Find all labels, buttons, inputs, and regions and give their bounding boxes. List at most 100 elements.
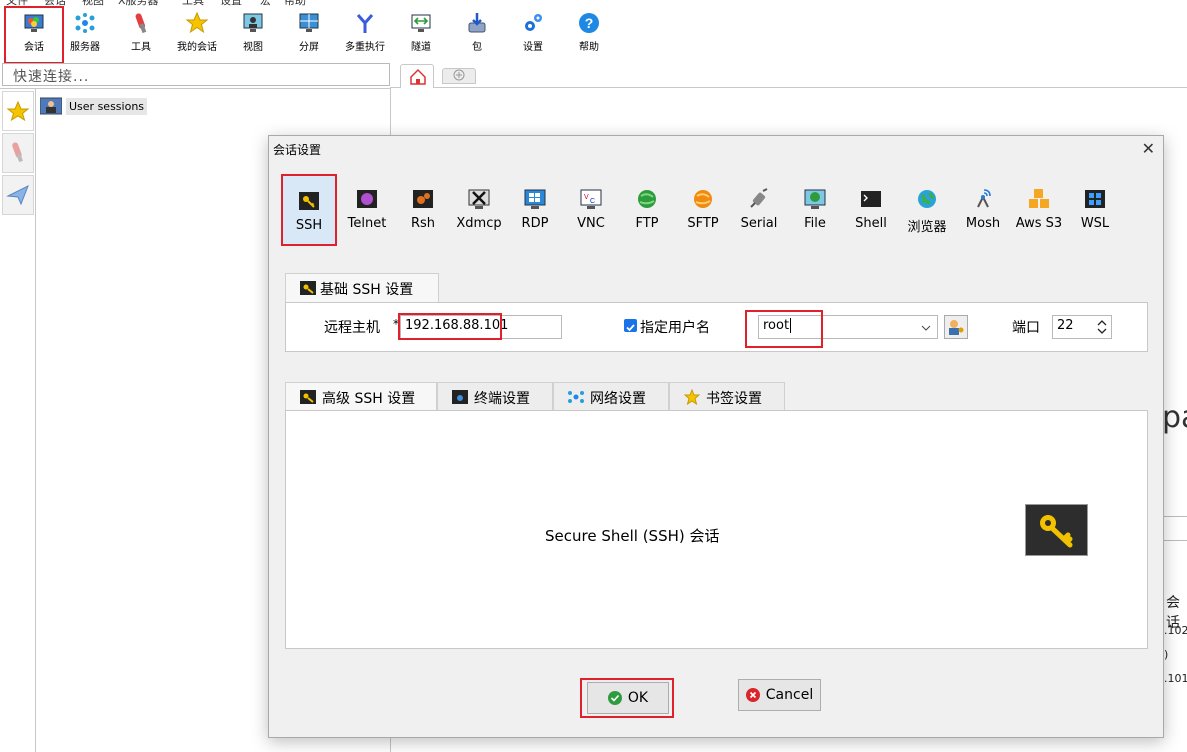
- toolbar-tools-button[interactable]: 工具: [113, 8, 169, 62]
- session-icon: [23, 12, 45, 34]
- user-manager-button[interactable]: [944, 315, 968, 339]
- highlight-box: [398, 313, 502, 340]
- protocol-shell[interactable]: Shell: [843, 174, 899, 246]
- specify-username-checkbox[interactable]: [624, 319, 637, 332]
- aws-cubes-icon: [1028, 188, 1050, 210]
- tab-strip: [390, 62, 1187, 88]
- protocol-telnet[interactable]: Telnet: [339, 174, 395, 246]
- chevron-down-icon[interactable]: [921, 324, 931, 332]
- remote-host-label: 远程主机: [324, 320, 380, 336]
- user-sessions-item[interactable]: User sessions: [40, 96, 148, 116]
- background-title-fragment: pa: [1162, 400, 1187, 435]
- session-settings-dialog: 会话设置 ✕ SSH Telnet Rsh Xdmcp RDP VC VNC F…: [268, 135, 1164, 738]
- toolbar-my-sessions-button[interactable]: 我的会话: [169, 8, 225, 62]
- protocol-vnc[interactable]: VC VNC: [563, 174, 619, 246]
- ssh-key-icon: [300, 281, 316, 295]
- ssh-key-icon: [298, 190, 320, 212]
- paper-plane-icon: [6, 184, 29, 206]
- file-globe-icon: [804, 188, 826, 210]
- protocol-file[interactable]: File: [787, 174, 843, 246]
- protocol-xdmcp[interactable]: Xdmcp: [451, 174, 507, 246]
- servers-icon: [74, 12, 96, 34]
- tab-home[interactable]: [400, 64, 434, 88]
- protocol-ssh[interactable]: SSH: [281, 174, 337, 246]
- background-text-fragment: ): [1164, 648, 1169, 661]
- protocol-ftp[interactable]: FTP: [619, 174, 675, 246]
- tab-terminal-settings[interactable]: 终端设置: [437, 382, 553, 411]
- cancel-button[interactable]: Cancel: [738, 679, 821, 711]
- protocol-rsh[interactable]: Rsh: [395, 174, 451, 246]
- tab-basic-ssh-settings[interactable]: 基础 SSH 设置: [285, 273, 439, 303]
- toolbar-tunnel-button[interactable]: 隧道: [393, 8, 449, 62]
- telnet-icon: [356, 188, 378, 210]
- xdmcp-icon: [468, 188, 490, 210]
- background-divider: [1164, 516, 1187, 517]
- main-toolbar: 会话 服务器 工具 我的会话 视图 分屏 多重执行 隧道 包 设置 ? 帮助: [0, 6, 1187, 64]
- port-input[interactable]: 22: [1052, 315, 1112, 339]
- highlight-box: [745, 310, 823, 348]
- protocol-mosh[interactable]: Mosh: [955, 174, 1011, 246]
- rsh-icon: [412, 188, 434, 210]
- cancel-circle-icon: [745, 688, 760, 702]
- port-label: 端口: [1012, 320, 1040, 336]
- plus-icon: [453, 69, 465, 81]
- ssh-key-icon: [1025, 504, 1088, 556]
- toolbar-settings-button[interactable]: 设置: [505, 8, 561, 62]
- protocol-serial[interactable]: Serial: [731, 174, 787, 246]
- wsl-windows-icon: [1084, 188, 1106, 210]
- sidebar-tools-tab[interactable]: [2, 133, 34, 173]
- network-icon: [568, 391, 584, 403]
- svg-text:C: C: [590, 198, 595, 205]
- close-icon[interactable]: ✕: [1142, 139, 1155, 158]
- user-key-icon: [949, 320, 964, 335]
- svg-text:V: V: [584, 194, 589, 201]
- toolbar-multiexec-button[interactable]: 多重执行: [337, 8, 393, 62]
- protocol-rdp[interactable]: RDP: [507, 174, 563, 246]
- serial-plug-icon: [748, 188, 770, 210]
- ftp-globe-icon: [636, 188, 658, 210]
- background-text-fragment: .102: [1164, 624, 1187, 637]
- quick-connect-input[interactable]: 快速连接...: [2, 63, 390, 86]
- specify-username-label: 指定用户名: [640, 320, 710, 336]
- tunnel-icon: [410, 12, 432, 34]
- tab-advanced-ssh-settings[interactable]: 高级 SSH 设置: [285, 382, 437, 411]
- ssh-key-icon: [300, 390, 316, 404]
- tools-icon: [12, 142, 23, 163]
- toolbar-help-button[interactable]: ? 帮助: [561, 8, 617, 62]
- new-tab-button[interactable]: [442, 68, 476, 84]
- protocol-browser[interactable]: 浏览器: [899, 174, 955, 246]
- user-folder-icon: [40, 97, 62, 115]
- split-icon: [298, 12, 320, 34]
- toolbar-package-button[interactable]: 包: [449, 8, 505, 62]
- sidebar-send-tab[interactable]: [2, 175, 34, 215]
- view-icon: [242, 12, 264, 34]
- protocol-sftp[interactable]: SFTP: [675, 174, 731, 246]
- protocol-wsl[interactable]: WSL: [1067, 174, 1123, 246]
- basic-settings-panel: 远程主机 * 192.168.88.101 指定用户名 root 端口 22: [285, 302, 1148, 352]
- tab-network-settings[interactable]: 网络设置: [553, 382, 669, 411]
- spinner-arrows-icon[interactable]: [1097, 318, 1107, 336]
- settings-icon: [522, 12, 544, 34]
- toolbar-view-button[interactable]: 视图: [225, 8, 281, 62]
- mosh-antenna-icon: [972, 188, 994, 210]
- sftp-globe-icon: [692, 188, 714, 210]
- ssh-description: Secure Shell (SSH) 会话: [545, 527, 720, 545]
- toolbar-split-button[interactable]: 分屏: [281, 8, 337, 62]
- tab-bookmark-settings[interactable]: 书签设置: [669, 382, 785, 411]
- multiexec-icon: [354, 12, 376, 34]
- help-icon: ?: [578, 12, 600, 34]
- sidebar-sessions-tab[interactable]: [2, 91, 34, 131]
- star-icon: [684, 389, 700, 405]
- dialog-title: 会话设置: [273, 143, 322, 157]
- highlight-box: [580, 678, 674, 718]
- terminal-icon: [452, 390, 468, 404]
- protocol-aws-s3[interactable]: Aws S3: [1011, 174, 1067, 246]
- toolbar-servers-button[interactable]: 服务器: [57, 8, 113, 62]
- star-icon: [185, 11, 209, 34]
- sidebar-tabs: [0, 89, 36, 752]
- toolbar-session-button[interactable]: 会话: [4, 6, 64, 64]
- protocol-bar: SSH Telnet Rsh Xdmcp RDP VC VNC FTP SFTP: [281, 174, 1155, 246]
- svg-text:?: ?: [585, 15, 594, 31]
- shell-terminal-icon: [860, 188, 882, 210]
- rdp-icon: [524, 188, 546, 210]
